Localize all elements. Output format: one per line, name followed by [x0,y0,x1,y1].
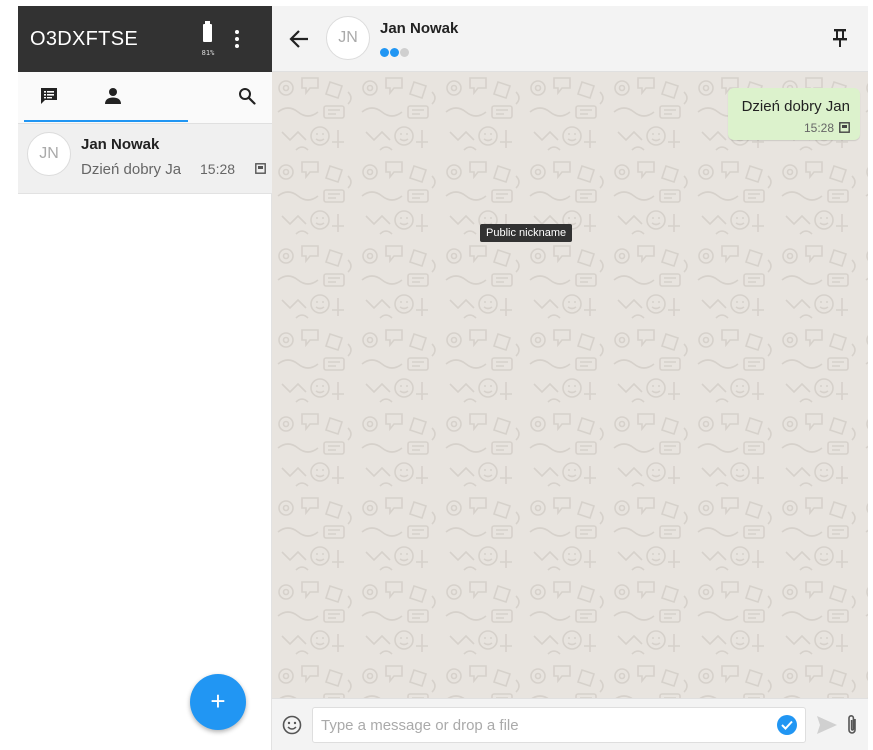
emoji-icon[interactable] [282,715,302,735]
tab-chats[interactable] [28,72,68,122]
chat-header: JN Jan Nowak [272,6,868,72]
send-icon[interactable] [816,715,838,735]
contact-avatar[interactable]: JN [326,16,370,60]
app-window: O3DXFTSE 81% JN Jan Nowak Dzień dobry Ja… [0,0,873,750]
paperclip-icon[interactable] [846,713,858,737]
contact-name[interactable]: Jan Nowak [380,20,458,37]
message-time: 15:28 [803,121,834,135]
pin-icon[interactable] [833,28,847,48]
battery-level: 81% [201,49,215,57]
conversation-time: 15:28 [200,161,236,177]
check-icon [781,720,793,730]
new-chat-button[interactable]: + [190,674,246,730]
composer-bar [272,698,868,750]
conversation-panel: O3DXFTSE 81% JN Jan Nowak Dzień dobry Ja… [18,6,272,750]
chat-list-icon [41,88,57,104]
conversation-preview: Dzień dobry Jan [81,161,181,178]
chat-wallpaper [272,72,868,698]
delivered-icon [255,163,266,174]
arrow-back-icon[interactable] [288,28,310,50]
tooltip: Public nickname [480,224,573,242]
message-input-box [312,707,806,743]
profile-header: O3DXFTSE 81% [18,6,272,72]
conversation-name: Jan Nowak [81,136,160,153]
message-text: Dzień dobry Jan [741,98,850,115]
identity-label[interactable]: O3DXFTSE [30,28,138,51]
tab-contacts[interactable] [92,72,132,122]
outgoing-message[interactable]: Dzień dobry Jan 15:28 [728,88,860,140]
trust-level-indicator [380,44,410,62]
plus-icon: + [210,686,226,716]
active-tab-indicator [24,120,188,122]
search-button[interactable] [230,72,266,122]
spellcheck-badge[interactable] [777,715,797,735]
more-vert-icon[interactable] [232,28,242,50]
message-input[interactable] [321,714,761,736]
chat-panel: JN Jan Nowak Dzień dobry Jan 15:28 Publi… [272,6,868,750]
conversation-item[interactable]: JN Jan Nowak Dzień dobry Jan 15:28 [18,124,272,194]
message-area[interactable]: Dzień dobry Jan 15:28 Public nickname [272,72,868,698]
battery-indicator: 81% [196,21,220,61]
trust-dot [380,48,389,57]
delivered-icon [839,122,850,133]
trust-dot [390,48,399,57]
panel-tabs [18,72,272,124]
trust-dot [400,48,409,57]
search-icon [239,88,256,105]
person-icon [105,88,121,104]
avatar: JN [27,132,71,176]
